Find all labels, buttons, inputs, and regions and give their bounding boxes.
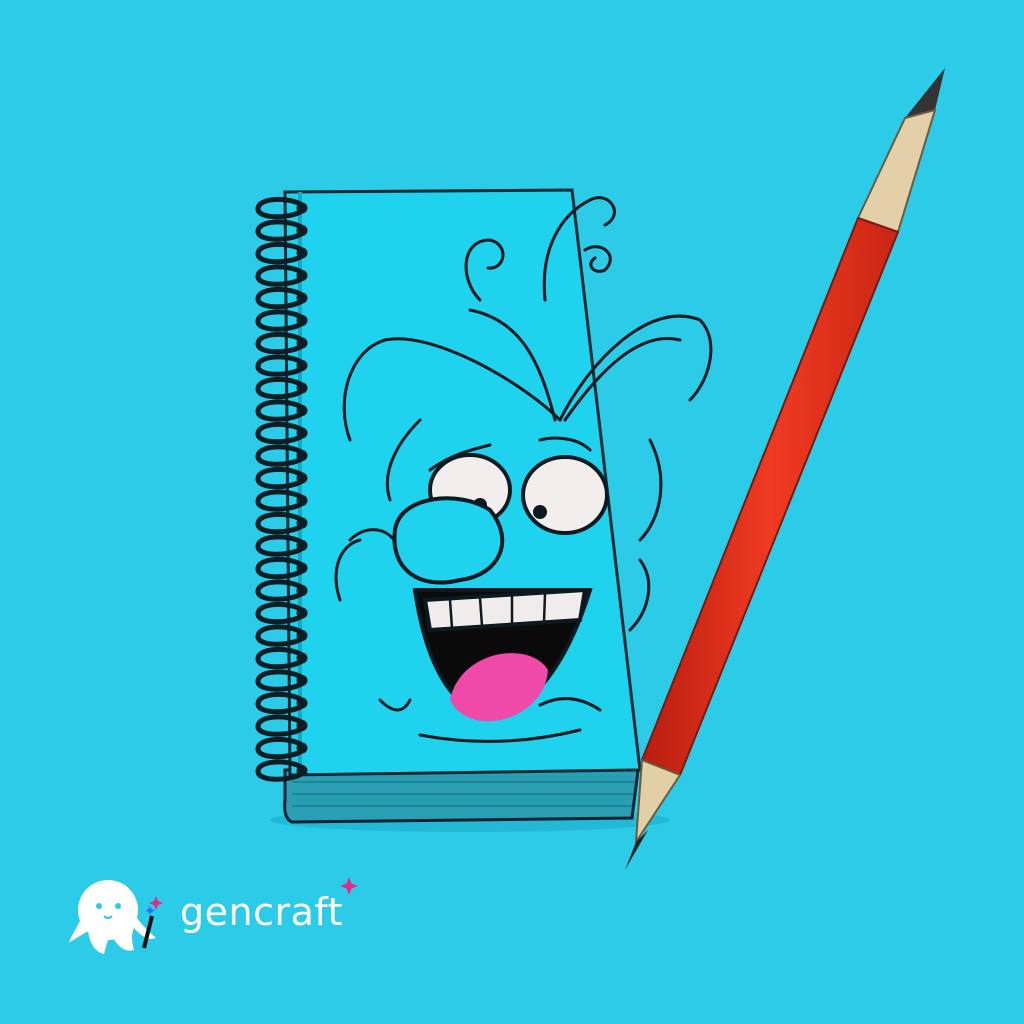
binding-hole bbox=[296, 270, 308, 281]
binding-hole bbox=[296, 472, 308, 484]
binding-hole bbox=[296, 450, 308, 461]
binding-hole bbox=[296, 202, 308, 214]
binding-hole bbox=[296, 765, 308, 776]
pencil bbox=[625, 68, 945, 870]
binding-hole bbox=[296, 540, 308, 551]
binding-hole bbox=[296, 697, 308, 709]
binding-hole bbox=[296, 337, 308, 349]
binding-hole bbox=[296, 607, 308, 619]
octopus-logo-icon bbox=[69, 880, 163, 954]
binding-hole bbox=[296, 652, 308, 664]
sparkle-icon bbox=[340, 877, 358, 895]
binding-hole bbox=[296, 225, 308, 236]
binding-hole bbox=[296, 247, 308, 259]
brand-name: gencraft bbox=[180, 890, 343, 934]
binding-hole bbox=[296, 360, 308, 371]
binding-hole bbox=[296, 315, 308, 326]
binding-hole bbox=[296, 675, 308, 686]
binding-hole bbox=[296, 517, 308, 529]
binding-hole bbox=[296, 427, 308, 439]
binding-hole bbox=[296, 562, 308, 574]
notebook-and-pencil-illustration: /* placeholder */ bbox=[255, 68, 945, 870]
binding-hole bbox=[296, 382, 308, 394]
binding-hole bbox=[296, 405, 308, 416]
binding-hole bbox=[296, 585, 308, 596]
binding-hole bbox=[296, 495, 308, 506]
binding-hole bbox=[296, 720, 308, 731]
gencraft-watermark: gencraft bbox=[66, 876, 366, 960]
binding-hole bbox=[296, 292, 308, 304]
binding-hole bbox=[296, 630, 308, 641]
binding-hole bbox=[296, 742, 308, 754]
